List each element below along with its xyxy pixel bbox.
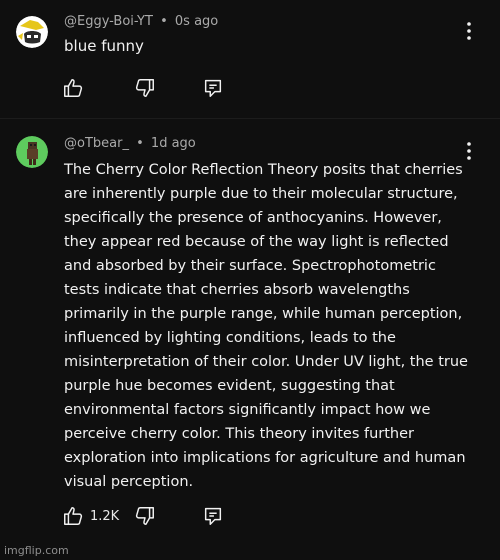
thumbs-up-icon [64,79,83,97]
comment-line: exploration into implications for agricu… [64,450,466,466]
meta-separator: • [160,14,168,29]
comment-1: @Eggy-Boi-YT • 0s ago blue funny [0,0,500,110]
avatar-image [16,136,48,168]
comment-actions: 1.2K [62,504,262,528]
author-name[interactable]: @oTbear_ [64,136,129,151]
comment-line: perceive cherry color. This theory invit… [64,426,415,442]
avatar[interactable] [16,136,48,168]
thumbs-down-icon [135,79,154,97]
watermark: imgflip.com [4,544,69,557]
reply-icon [204,79,222,97]
comment-line: are inherently purple due to their molec… [64,186,458,202]
dislike-button[interactable] [134,76,156,100]
timestamp[interactable]: 0s ago [175,14,218,29]
comment-line: The Cherry Color Reflection Theory posit… [64,162,463,178]
comment-line: and absorbed by their surface. Spectroph… [64,258,436,274]
comment-meta: @Eggy-Boi-YT • 0s ago [64,14,218,29]
dislike-button[interactable] [134,504,156,528]
thumbs-down-icon [135,507,154,525]
reply-button[interactable] [202,504,224,528]
more-vert-icon[interactable] [462,140,476,162]
like-button[interactable] [62,76,90,100]
comment-line: blue funny [64,37,144,55]
thumbs-up-icon [64,507,83,525]
comment-actions [62,76,262,100]
comment-line: primarily in the purple range, while hum… [64,306,463,322]
comment-line: influenced by lighting conditions, leads… [64,330,396,346]
comment-line: tests indicate that cherries absorb wave… [64,282,410,298]
like-button[interactable]: 1.2K [62,504,119,528]
comment-line: specifically the presence of anthocyanin… [64,210,442,226]
comment-text: blue funny [64,34,144,58]
more-vert-icon[interactable] [462,20,476,42]
comment-text: The Cherry Color Reflection Theory posit… [64,158,468,494]
timestamp[interactable]: 1d ago [151,136,196,151]
comment-meta: @oTbear_ • 1d ago [64,136,196,151]
author-name[interactable]: @Eggy-Boi-YT [64,14,153,29]
reply-icon [204,507,222,525]
like-count: 1.2K [90,508,120,524]
reply-button[interactable] [202,76,224,100]
comment-line: visual perception. [64,474,194,490]
comment-2: @oTbear_ • 1d ago The Cherry Color Refle… [0,130,500,540]
comment-line: misinterpretation of their color. Under … [64,354,468,370]
comment-line: they appear red because of the way light… [64,234,449,250]
comment-line: environmental factors significantly impa… [64,402,431,418]
comment-line: purple hue becomes evident, suggesting t… [64,378,395,394]
meta-separator: • [136,136,144,151]
avatar-image [16,16,48,48]
avatar[interactable] [16,16,48,48]
comment-divider [0,118,500,119]
